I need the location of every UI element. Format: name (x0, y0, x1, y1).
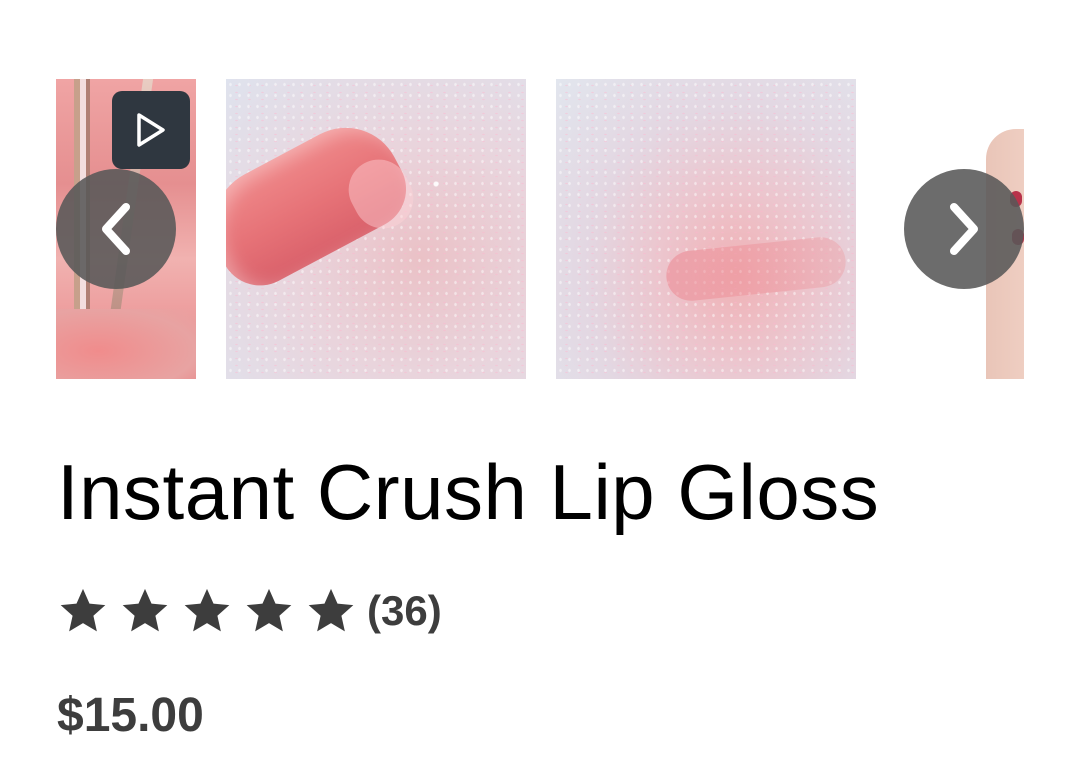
star-icon (184, 588, 230, 632)
star-icon (60, 588, 106, 632)
tube-gloss-graphic (56, 309, 196, 379)
glitter-texture (556, 79, 856, 379)
star-icon (308, 588, 354, 632)
chevron-left-icon (102, 203, 130, 255)
chevron-right-icon (950, 203, 978, 255)
carousel-prev-button[interactable] (56, 169, 176, 289)
carousel-next-button[interactable] (904, 169, 1024, 289)
video-badge[interactable] (112, 91, 190, 169)
star-icon (246, 588, 292, 632)
review-count[interactable]: (36) (367, 583, 442, 639)
product-image-carousel (0, 0, 1080, 400)
product-title: Instant Crush Lip Gloss (57, 448, 880, 536)
product-image-thumbnail[interactable] (226, 79, 526, 379)
product-price: $15.00 (57, 689, 204, 742)
product-image-thumbnail[interactable] (556, 79, 856, 379)
star-icon (122, 588, 168, 632)
product-rating[interactable]: (36) (57, 583, 442, 639)
star-rating (57, 585, 357, 637)
play-icon (137, 113, 165, 147)
